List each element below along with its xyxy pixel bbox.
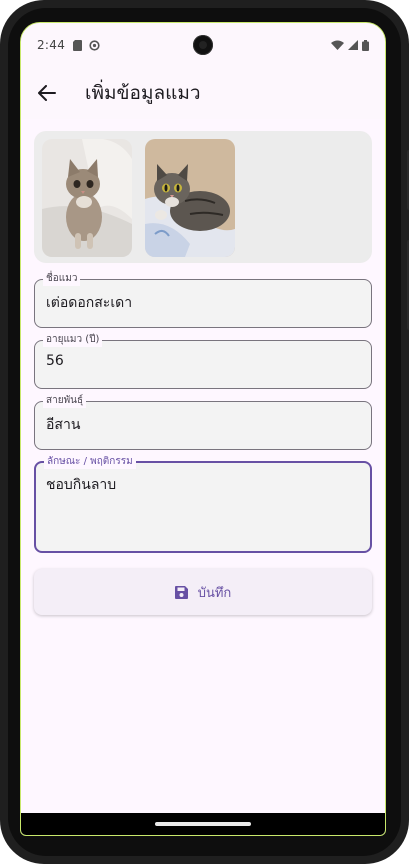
cat-name-value: เต่อดอกสะเดา [46,295,133,311]
navigation-bar [21,813,385,835]
page-title: เพิ่มข้อมูลแมว [85,82,201,104]
save-button-label: บันทึก [197,585,232,601]
cat-age-value: 56 [46,353,64,369]
cat-traits-value: ชอบกินลาบ [46,477,117,493]
cat-photo-2[interactable] [145,139,235,257]
cat-age-label: อายุแมว (ปี) [43,333,103,347]
save-button[interactable]: บันทึก [34,569,372,615]
signal-icon [348,40,358,50]
cat-name-field[interactable]: ชื่อแมว เต่อดอกสะเดา [34,272,372,328]
cat-breed-value: อีสาน [46,417,81,433]
back-button[interactable] [35,81,59,105]
cat-age-field[interactable]: อายุแมว (ปี) 56 [34,333,372,389]
cat-breed-field[interactable]: สายพันธุ์ อีสาน [34,394,372,450]
arrow-back-icon [38,85,56,101]
cat-breed-label: สายพันธุ์ [43,394,87,408]
front-camera [193,35,213,55]
sync-icon [89,39,100,51]
sd-card-icon [73,39,83,51]
screen: 2:44 เพิ่มข้อมูลแมว ชื่อแมว เต่อดอกสะเดา… [20,22,386,836]
home-gesture-handle[interactable] [155,822,251,826]
app-bar: เพิ่มข้อมูลแมว [21,67,385,119]
status-icons-left [73,39,100,51]
cat-photo-1[interactable] [42,139,132,257]
battery-icon [362,39,369,51]
form-content: ชื่อแมว เต่อดอกสะเดา อายุแมว (ปี) 56 สาย… [21,119,385,835]
image-gallery [34,131,372,263]
cat-traits-field[interactable]: ลักษณะ / พฤติกรรม ชอบกินลาบ [34,455,372,553]
status-icons-right [331,39,369,51]
cat-name-label: ชื่อแมว [43,272,81,286]
device-frame: 2:44 เพิ่มข้อมูลแมว ชื่อแมว เต่อดอกสะเดา… [0,0,409,864]
cat-traits-label: ลักษณะ / พฤติกรรม [44,455,136,469]
status-time: 2:44 [37,38,66,52]
save-icon [174,585,188,599]
wifi-icon [331,40,344,50]
